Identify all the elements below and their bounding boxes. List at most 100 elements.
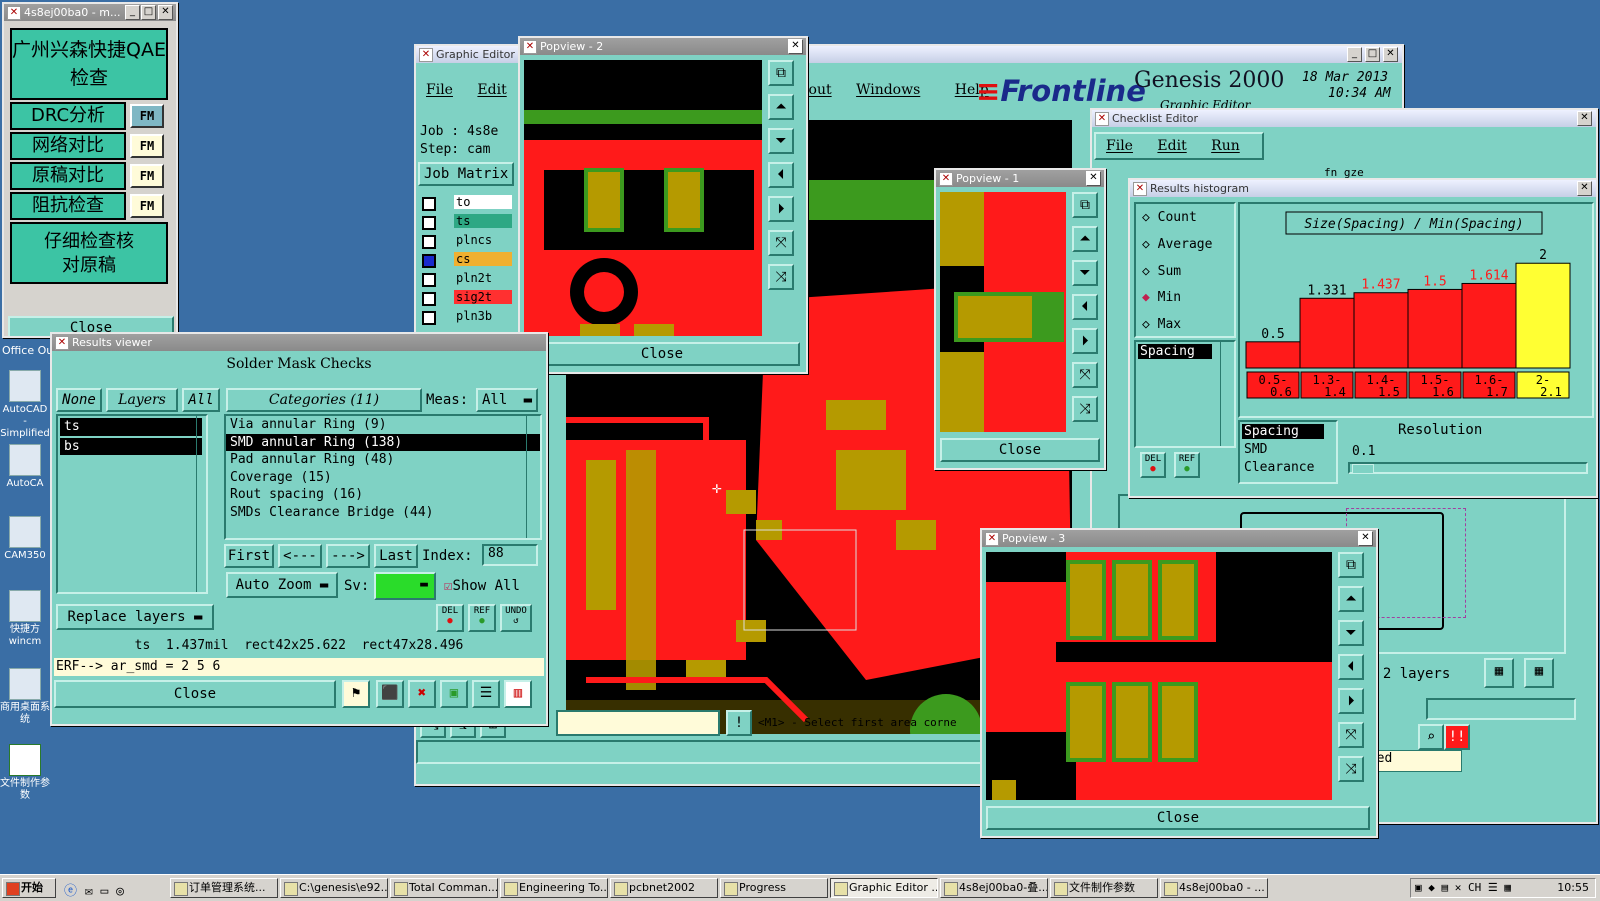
pan-right-icon[interactable]: ⏵ (1072, 328, 1098, 354)
zoom-out-icon[interactable]: ⤨ (768, 264, 794, 290)
layer-checkbox[interactable] (422, 197, 436, 211)
category-item[interactable]: Via annular Ring (9) (226, 416, 540, 434)
histogram-bar[interactable] (1515, 262, 1571, 369)
export-icon[interactable]: ⬛ (376, 680, 404, 708)
close-icon[interactable]: ✕ (1383, 47, 1398, 62)
close-icon[interactable]: ✕ (1577, 111, 1592, 126)
shortcut-icon[interactable]: 快捷方 wincm (0, 590, 50, 648)
last-button[interactable]: Last (374, 544, 418, 568)
popview1-close-button[interactable]: Close (940, 438, 1100, 462)
pan-down-icon[interactable]: ⏷ (1338, 620, 1364, 646)
zoom-icon[interactable]: ⌕ (1418, 724, 1444, 750)
category-item[interactable]: Rout spacing (16) (226, 486, 540, 504)
close-icon[interactable]: ✕ (788, 39, 803, 54)
taskbar-item[interactable]: 4s8ej00ba0-叠... (940, 878, 1048, 898)
layers-button[interactable]: Layers (106, 388, 178, 412)
fm-badge[interactable]: FM (130, 104, 164, 128)
popview2-canvas[interactable] (524, 60, 762, 336)
radio-max[interactable]: ◇ Max (1142, 317, 1181, 332)
auto-zoom-dropdown[interactable]: Auto Zoom ▬ (226, 572, 338, 598)
histogram-bar[interactable] (1461, 282, 1517, 369)
popview2-close-button[interactable]: Close (524, 342, 800, 366)
resolution-slider[interactable] (1348, 462, 1588, 474)
zoom-in-icon[interactable]: ⤧ (1338, 722, 1364, 748)
zoom-home-icon[interactable]: ⧉ (1072, 192, 1098, 218)
cam350-icon[interactable]: CAM350 (0, 516, 50, 562)
ref-button[interactable]: REF ● (468, 604, 496, 632)
layer-checkbox[interactable] (422, 235, 436, 249)
layer-row[interactable]: ts (420, 213, 514, 232)
show-all-checkbox[interactable]: ☑Show All (444, 578, 520, 594)
zoom-in-icon[interactable]: ⤧ (1072, 362, 1098, 388)
popview3-canvas[interactable] (986, 552, 1332, 800)
minimize-icon[interactable]: _ (1347, 47, 1362, 62)
popview3-close-button[interactable]: Close (986, 806, 1370, 830)
zoom-home-icon[interactable]: ⧉ (768, 60, 794, 86)
zoom-out-icon[interactable]: ⤨ (1072, 396, 1098, 422)
type-item[interactable]: Spacing (1242, 424, 1324, 439)
taskbar-item[interactable]: 4s8ej00ba0 - ... (1160, 878, 1268, 898)
measure-item[interactable]: Spacing (1138, 344, 1212, 359)
autocad-icon[interactable]: AutoCA (0, 444, 50, 490)
none-button[interactable]: None (56, 388, 102, 412)
pan-left-icon[interactable]: ⏴ (1338, 654, 1364, 680)
replace-layers-dropdown[interactable]: Replace layers ▬ (56, 604, 214, 630)
fm-badge[interactable]: FM (130, 164, 164, 188)
meas-dropdown[interactable]: All ▬ (476, 388, 538, 412)
prev-button[interactable]: <--- (278, 544, 322, 568)
radio-count[interactable]: ◇ Count (1142, 210, 1197, 225)
histogram-bar[interactable] (1407, 288, 1463, 369)
qae-item-net[interactable]: 网络对比 (10, 132, 126, 160)
ref-delete-icon[interactable]: ✖ (408, 680, 436, 708)
pan-up-icon[interactable]: ⏶ (1072, 226, 1098, 252)
close-icon[interactable]: ✕ (1358, 531, 1373, 546)
desktop-system-icon[interactable]: 商用桌面系统 (0, 668, 50, 726)
maximize-icon[interactable]: □ (141, 5, 156, 20)
histogram-icon[interactable]: ▥ (504, 680, 532, 708)
report-icon[interactable]: ☰ (472, 680, 500, 708)
index-input[interactable]: 88 (482, 544, 538, 566)
layer-checkbox[interactable] (422, 216, 436, 230)
layer-row[interactable]: cs (420, 251, 514, 270)
category-item[interactable]: Coverage (15) (226, 469, 540, 487)
taskbar-item[interactable]: pcbnet2002 (610, 878, 718, 898)
marker-icon[interactable]: ⚑ (342, 680, 370, 708)
qae-item-compare[interactable]: 原稿对比 (10, 162, 126, 190)
layer-row[interactable]: pln2t (420, 270, 514, 289)
radio-average[interactable]: ◇ Average (1142, 237, 1212, 252)
popview1-canvas[interactable] (940, 192, 1066, 432)
histogram-bar[interactable] (1245, 341, 1301, 369)
pan-down-icon[interactable]: ⏷ (1072, 260, 1098, 286)
first-button[interactable]: First (224, 544, 274, 568)
del-button[interactable]: DEL ● (1140, 452, 1166, 478)
warning-icon[interactable]: !! (1444, 724, 1470, 750)
desktop-icon[interactable]: ▭ (101, 884, 109, 899)
xy-input[interactable] (556, 710, 720, 736)
pan-down-icon[interactable]: ⏷ (768, 128, 794, 154)
taskbar-item[interactable]: Progress (720, 878, 828, 898)
taskbar-item-active[interactable]: Graphic Editor ... (830, 878, 938, 898)
radio-sum[interactable]: ◇ Sum (1142, 264, 1181, 279)
category-item[interactable]: SMDs Clearance Bridge (44) (226, 504, 540, 522)
sv-color-dropdown[interactable]: ▬ (374, 572, 436, 600)
layer-list-scrollbar[interactable] (196, 416, 213, 592)
excel-file-icon[interactable]: 文件制作参数 (0, 744, 50, 802)
fm-badge[interactable]: FM (130, 134, 164, 158)
histogram-bar[interactable] (1299, 297, 1355, 369)
pan-left-icon[interactable]: ⏴ (1072, 294, 1098, 320)
menu-edit[interactable]: Edit (1157, 138, 1186, 154)
step-icon[interactable]: ▣ (440, 680, 468, 708)
taskbar-item[interactable]: C:\genesis\e92... (280, 878, 388, 898)
taskbar-item[interactable]: Total Comman... (390, 878, 498, 898)
layer-checkbox[interactable] (422, 273, 436, 287)
chart-blue-icon[interactable]: ▦ (1524, 658, 1554, 688)
zoom-home-icon[interactable]: ⧉ (1338, 552, 1364, 578)
undo-button[interactable]: UNDO ↺ (500, 604, 532, 632)
close-icon[interactable]: ✕ (158, 5, 173, 20)
layer-item[interactable]: ts (60, 418, 202, 436)
all-button[interactable]: All (182, 388, 220, 412)
pan-left-icon[interactable]: ⏴ (768, 162, 794, 188)
maximize-icon[interactable]: □ (1365, 47, 1380, 62)
zoom-in-icon[interactable]: ⤧ (768, 230, 794, 256)
taskbar-item[interactable]: 文件制作参数 (1050, 878, 1158, 898)
